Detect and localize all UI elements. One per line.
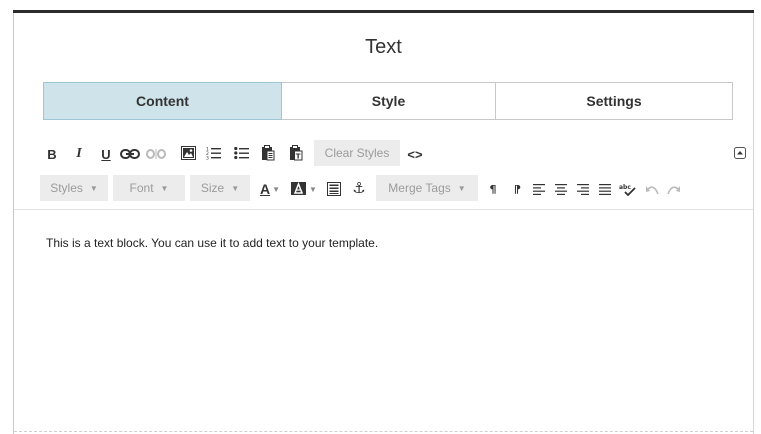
tab-bar: Content Style Settings	[43, 82, 733, 120]
chevron-down-icon: ▼	[231, 183, 240, 193]
styles-dropdown-label: Styles	[50, 181, 83, 195]
merge-tags-label: Merge Tags	[388, 181, 451, 195]
chevron-down-icon: ▼	[457, 183, 466, 193]
editor-divider	[14, 209, 753, 210]
background-color-icon	[291, 182, 307, 195]
svg-text:T: T	[296, 153, 301, 161]
align-left-icon[interactable]	[532, 180, 546, 198]
text-color-button[interactable]: A ▼	[256, 180, 284, 198]
chevron-down-icon: ▼	[89, 183, 98, 193]
anchor-icon[interactable]: ⚓	[350, 179, 368, 197]
link-icon[interactable]	[120, 146, 140, 162]
svg-text:3: 3	[206, 156, 209, 161]
collapse-toolbar-icon[interactable]	[734, 147, 746, 159]
underline-button[interactable]: U	[100, 146, 112, 162]
top-border	[13, 10, 754, 13]
source-code-button[interactable]: <>	[404, 146, 426, 162]
clear-styles-button[interactable]: Clear Styles	[314, 140, 400, 166]
svg-text:abc: abc	[619, 184, 631, 191]
tab-style[interactable]: Style	[282, 82, 496, 120]
table-icon[interactable]	[326, 180, 342, 198]
styles-dropdown[interactable]: Styles ▼	[40, 175, 108, 201]
panel-right-border	[753, 13, 754, 434]
font-dropdown-label: Font	[129, 181, 154, 195]
italic-button[interactable]: I	[72, 146, 86, 162]
panel-bottom-border	[14, 431, 753, 432]
merge-tags-dropdown[interactable]: Merge Tags ▼	[376, 175, 478, 201]
size-dropdown[interactable]: Size ▼	[190, 175, 250, 201]
spellcheck-icon[interactable]: abc	[618, 180, 638, 198]
paragraph-rtl-icon[interactable]: ¶	[510, 180, 524, 198]
image-icon[interactable]	[180, 145, 196, 161]
redo-icon[interactable]	[666, 180, 682, 198]
tab-style-label: Style	[371, 93, 406, 109]
paste-text-icon[interactable]: T	[288, 144, 304, 162]
bold-button[interactable]: B	[46, 146, 58, 162]
tab-settings-label: Settings	[586, 93, 642, 109]
panel-left-border	[13, 13, 14, 434]
align-center-icon[interactable]	[554, 180, 568, 198]
chevron-down-icon: ▼	[309, 184, 317, 194]
chevron-down-icon: ▼	[160, 183, 169, 193]
size-dropdown-label: Size	[200, 181, 225, 195]
paste-icon[interactable]	[260, 144, 276, 162]
tab-content-label: Content	[136, 93, 189, 109]
background-color-button[interactable]: ▼	[290, 180, 318, 198]
text-color-label: A	[259, 181, 271, 197]
tab-settings[interactable]: Settings	[496, 82, 733, 120]
panel-title: Text	[365, 36, 402, 58]
unlink-icon[interactable]	[146, 146, 166, 162]
numbered-list-icon[interactable]: 123	[206, 145, 222, 161]
bullet-list-icon[interactable]	[234, 145, 250, 161]
tab-content[interactable]: Content	[43, 82, 282, 120]
align-justify-icon[interactable]	[598, 180, 612, 198]
align-right-icon[interactable]	[576, 180, 590, 198]
paragraph-ltr-icon[interactable]: ¶	[486, 180, 500, 198]
font-dropdown[interactable]: Font ▼	[113, 175, 185, 201]
undo-icon[interactable]	[644, 180, 660, 198]
text-block-content[interactable]: This is a text block. You can use it to …	[46, 236, 378, 250]
chevron-down-icon: ▼	[272, 184, 281, 194]
